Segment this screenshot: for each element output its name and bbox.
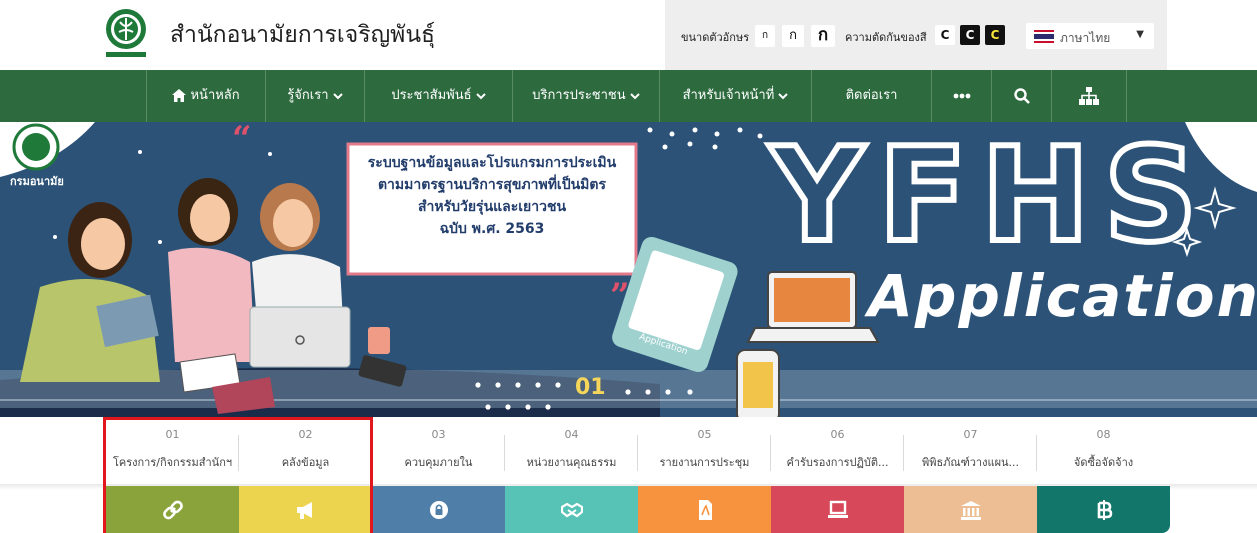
nav-staff-label: สำหรับเจ้าหน้าที่ — [682, 88, 775, 103]
banner-big-title: YFHS — [767, 122, 1212, 271]
banner-big-subtitle: Application — [868, 262, 1257, 330]
baht-icon — [1097, 500, 1113, 520]
quick-link-color-block[interactable] — [638, 486, 771, 533]
slide-number: 01 — [575, 375, 606, 400]
banner-headline-line-4: ฉบับ พ.ศ. 2563 — [439, 221, 545, 237]
quick-link-number: 07 — [963, 428, 978, 441]
quick-link-color-block[interactable] — [1037, 486, 1170, 533]
quick-link-label: หน่วยงานคุณธรรม — [526, 456, 617, 469]
quick-link-number: 05 — [697, 428, 712, 441]
quick-link-meeting-reports[interactable]: 05 รายงานการประชุม — [638, 417, 771, 533]
nav-home-label: หน้าหลัก — [190, 88, 240, 103]
quick-link-number: 08 — [1096, 428, 1111, 441]
hero-banner[interactable]: “ ” กรมอนามัย ระบบฐานข้อมูลและโปรแกรมการ… — [0, 122, 1257, 417]
nav-sitemap-button[interactable] — [1052, 70, 1127, 122]
nav-home[interactable]: หน้าหลัก — [146, 70, 266, 122]
quick-link-color-block[interactable] — [904, 486, 1037, 533]
quick-link-planning-museum[interactable]: 07 พิพิธภัณฑ์วางแผน... — [904, 417, 1037, 533]
language-select[interactable]: ภาษาไทย ▼ — [1026, 23, 1154, 49]
handshake-icon — [561, 502, 583, 518]
banner-headline-line-2: ตามมาตรฐานบริการสุขภาพที่เป็นมิตร — [377, 177, 607, 193]
site-title[interactable]: สำนักอนามัยการเจริญพันธุ์ — [170, 17, 435, 53]
pdf-file-icon — [699, 500, 712, 520]
chevron-down-icon — [778, 92, 789, 99]
megaphone-icon — [297, 502, 312, 519]
banner-logo-text: กรมอนามัย — [10, 175, 64, 188]
quick-link-integrity-unit[interactable]: 04 หน่วยงานคุณธรรม — [505, 417, 638, 533]
main-nav: หน้าหลัก รู้จักเรา ประชาสัมพันธ์ บริการป… — [0, 70, 1257, 122]
font-size-large-button[interactable]: ก — [811, 25, 835, 47]
nav-more-button[interactable] — [932, 70, 992, 122]
nav-contact-label: ติดต่อเรา — [845, 88, 898, 103]
font-size-label: ขนาดตัวอักษร — [681, 31, 750, 44]
department-of-health-logo[interactable] — [104, 8, 148, 60]
banner-headline-line-3: สำหรับวัยรุ่นและเยาวชน — [417, 199, 567, 215]
nav-about-label: รู้จักเรา — [287, 88, 329, 103]
nav-contact[interactable]: ติดต่อเรา — [812, 70, 932, 122]
nav-public-service-label: บริการประชาชน — [532, 88, 626, 103]
quick-link-internal-control[interactable]: 03 ควบคุมภายใน — [372, 417, 505, 533]
quick-link-color-block[interactable] — [505, 486, 638, 533]
quick-link-number: 06 — [830, 428, 845, 441]
quick-link-label: พิพิธภัณฑ์วางแผน... — [921, 456, 1020, 469]
font-size-medium-button[interactable]: ก — [782, 25, 804, 47]
search-icon — [1013, 87, 1030, 104]
quick-link-number: 03 — [431, 428, 446, 441]
quick-link-number: 04 — [564, 428, 579, 441]
site-header: สำนักอนามัยการเจริญพันธุ์ ขนาดตัวอักษร ก… — [0, 0, 1257, 70]
nav-pr[interactable]: ประชาสัมพันธ์ — [365, 70, 513, 122]
quick-link-data-repository[interactable]: 02 คลังข้อมูล — [239, 417, 372, 533]
lock-icon — [430, 501, 448, 519]
laptop-icon — [828, 500, 848, 518]
quick-link-label: คำรับรองการปฏิบัติ... — [786, 456, 889, 469]
nav-pr-label: ประชาสัมพันธ์ — [391, 88, 472, 103]
quick-link-procurement[interactable]: 08 จัดซื้อจัดจ้าง — [1037, 417, 1170, 533]
svg-text:“: “ — [232, 122, 252, 159]
contrast-normal-button[interactable]: C — [935, 25, 955, 45]
chevron-down-icon — [332, 92, 343, 99]
language-label: ภาษาไทย — [1060, 31, 1111, 45]
quick-link-tabs: 01 โครงการ/กิจกรรมสำนักฯ 02 คลังข้อมูล 0… — [106, 417, 1170, 533]
banner-headline-line-1: ระบบฐานข้อมูลและโปรแกรมการประเมิน — [367, 155, 617, 171]
banner-headline: ระบบฐานข้อมูลและโปรแกรมการประเมิน ตามมาต… — [348, 152, 636, 240]
quick-link-color-block[interactable] — [771, 486, 904, 533]
home-icon — [172, 89, 187, 102]
quick-link-number: 01 — [165, 428, 180, 441]
caret-down-icon: ▼ — [1136, 29, 1144, 40]
quick-link-projects[interactable]: 01 โครงการ/กิจกรรมสำนักฯ — [106, 417, 239, 533]
quick-link-label: จัดซื้อจัดจ้าง — [1073, 456, 1134, 469]
quick-link-label: โครงการ/กิจกรรมสำนักฯ — [112, 456, 233, 469]
more-dots-icon — [953, 93, 970, 98]
nav-search-button[interactable] — [992, 70, 1052, 122]
accessibility-toolbox: ขนาดตัวอักษร ก ก ก ความตัดกันของสี C C C… — [665, 0, 1167, 70]
contrast-dark-button[interactable]: C — [960, 25, 980, 45]
quick-link-label: รายงานการประชุม — [659, 456, 750, 469]
sitemap-icon — [1079, 86, 1099, 105]
font-size-small-button[interactable]: ก — [755, 25, 775, 47]
quick-link-color-block[interactable] — [106, 486, 239, 533]
chevron-down-icon — [630, 92, 640, 99]
contrast-label: ความตัดกันของสี — [845, 31, 927, 44]
nav-public-service[interactable]: บริการประชาชน — [513, 70, 660, 122]
quick-link-number: 02 — [298, 428, 313, 441]
nav-staff[interactable]: สำหรับเจ้าหน้าที่ — [660, 70, 812, 122]
quick-link-color-block[interactable] — [372, 486, 505, 533]
quick-link-color-block[interactable] — [239, 486, 372, 533]
contrast-yellow-button[interactable]: C — [985, 25, 1005, 45]
quick-link-label: ควบคุมภายใน — [404, 456, 473, 469]
link-icon — [163, 500, 183, 520]
quick-link-performance-agreement[interactable]: 06 คำรับรองการปฏิบัติ... — [771, 417, 904, 533]
thai-flag-icon — [1034, 30, 1054, 43]
chevron-down-icon — [475, 92, 486, 99]
museum-icon — [961, 501, 981, 520]
quick-link-label: คลังข้อมูล — [281, 456, 330, 469]
nav-about[interactable]: รู้จักเรา — [266, 70, 365, 122]
